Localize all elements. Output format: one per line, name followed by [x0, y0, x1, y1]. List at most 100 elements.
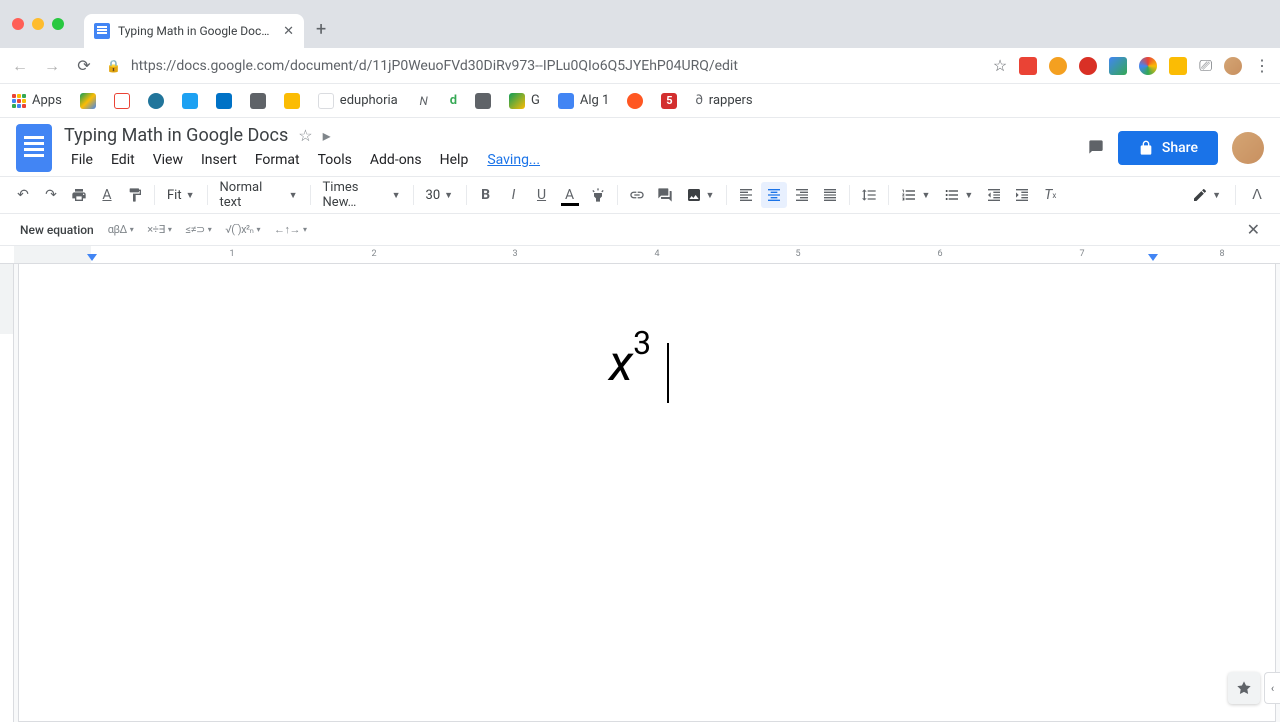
line-spacing-button[interactable] [856, 182, 882, 208]
equation-content[interactable]: x3 [609, 339, 669, 399]
paint-format-button[interactable] [122, 182, 148, 208]
help-menu[interactable]: Help [433, 148, 476, 172]
numbered-list-button[interactable]: ▼ [895, 187, 936, 203]
print-button[interactable] [66, 182, 92, 208]
format-menu[interactable]: Format [248, 148, 307, 172]
eduphoria-bookmark[interactable]: eduphoria [318, 93, 398, 109]
align-right-button[interactable] [789, 182, 815, 208]
drive-bookmark[interactable] [80, 93, 96, 109]
gmail-bookmark[interactable] [114, 93, 130, 109]
explore-button[interactable] [1228, 672, 1260, 704]
greek-letters-button[interactable]: αβΔ▾ [108, 223, 134, 236]
arrows-button[interactable]: ←↑→▾ [274, 223, 307, 236]
apps-bookmark[interactable]: Apps [12, 93, 62, 108]
math-operations-button[interactable]: √(‾)x²ₙ▾ [225, 223, 260, 236]
decrease-indent-button[interactable] [981, 182, 1007, 208]
bookmark-icon-1[interactable] [250, 93, 266, 109]
extension-icon-1[interactable] [1049, 57, 1067, 75]
align-center-button[interactable] [761, 182, 787, 208]
minimize-window-button[interactable] [32, 18, 44, 30]
horizontal-ruler[interactable]: 1 2 3 4 5 6 7 8 [0, 246, 1280, 264]
editing-mode-button[interactable]: ▼ [1186, 187, 1227, 203]
g-bookmark[interactable]: G [509, 93, 540, 109]
undo-button[interactable]: ↶ [10, 182, 36, 208]
extension-icon-2[interactable] [1079, 57, 1097, 75]
document-title[interactable]: Typing Math in Google Docs [64, 125, 288, 146]
spellcheck-button[interactable]: A [94, 182, 120, 208]
redo-button[interactable]: ↷ [38, 182, 64, 208]
star-button[interactable]: ☆ [298, 126, 312, 145]
bold-button[interactable]: B [473, 182, 499, 208]
outlook-bookmark[interactable] [216, 93, 232, 109]
comment-button[interactable] [652, 182, 678, 208]
close-equation-toolbar-button[interactable]: ✕ [1247, 220, 1260, 239]
vertical-ruler[interactable] [0, 264, 14, 722]
bookmark-icon-2[interactable] [284, 93, 300, 109]
maximize-window-button[interactable] [52, 18, 64, 30]
collapse-toolbar-button[interactable]: ᐱ [1244, 182, 1270, 208]
close-window-button[interactable] [12, 18, 24, 30]
zoom-select[interactable]: Fit▼ [161, 188, 201, 203]
link-button[interactable] [624, 182, 650, 208]
new-equation-button[interactable]: New equation [20, 223, 94, 237]
edit-menu[interactable]: Edit [104, 148, 142, 172]
account-avatar[interactable] [1232, 132, 1264, 164]
style-select[interactable]: Normal text▼ [214, 180, 304, 210]
document-page[interactable]: x3 [18, 264, 1276, 722]
misc-operations-button[interactable]: ×÷∃▾ [147, 223, 171, 236]
highlight-button[interactable] [585, 182, 611, 208]
extension-icon-4[interactable] [1139, 57, 1157, 75]
docs-logo[interactable] [16, 124, 52, 172]
wordpress-bookmark[interactable] [148, 93, 164, 109]
bookmark-5[interactable]: 5 [661, 93, 677, 109]
bookmark-n[interactable]: N [416, 93, 432, 109]
insert-menu[interactable]: Insert [194, 148, 244, 172]
underline-button[interactable]: U [529, 182, 555, 208]
image-button[interactable]: ▼ [680, 187, 721, 203]
font-select[interactable]: Times New…▼ [317, 180, 407, 210]
view-menu[interactable]: View [146, 148, 190, 172]
close-tab-button[interactable]: ✕ [283, 24, 294, 39]
text-color-button[interactable]: A [557, 182, 583, 208]
browser-tab[interactable]: Typing Math in Google Docs - G ✕ [84, 14, 304, 48]
reload-button[interactable]: ⟳ [74, 56, 94, 75]
relations-button[interactable]: ≤≠⊃▾ [185, 223, 211, 236]
comments-button[interactable] [1088, 136, 1104, 160]
align-justify-button[interactable] [817, 182, 843, 208]
bookmark-orange[interactable] [627, 93, 643, 109]
move-folder-button[interactable]: ▸ [323, 126, 331, 145]
new-tab-button[interactable]: + [316, 19, 326, 40]
increase-indent-button[interactable] [1009, 182, 1035, 208]
profile-icon[interactable] [1224, 57, 1242, 75]
d-bookmark[interactable]: d [450, 93, 457, 108]
align-left-button[interactable] [733, 182, 759, 208]
save-status[interactable]: Saving... [479, 148, 548, 172]
browser-menu-button[interactable]: ⋮ [1254, 56, 1270, 75]
tools-menu[interactable]: Tools [311, 148, 359, 172]
left-indent-marker[interactable] [87, 254, 97, 261]
bullet-list-button[interactable]: ▼ [938, 187, 979, 203]
alg1-label: Alg 1 [580, 93, 609, 108]
extension-icon-3[interactable] [1109, 57, 1127, 75]
url-field[interactable]: 🔒 https://docs.google.com/document/d/11j… [106, 58, 981, 74]
cast-icon[interactable]: ⎚ [1199, 56, 1212, 76]
bookmark-star-icon[interactable]: ☆ [993, 56, 1007, 75]
rappers-bookmark[interactable]: ∂ rappers [695, 93, 752, 108]
twitter-bookmark[interactable] [182, 93, 198, 109]
alg1-bookmark[interactable]: Alg 1 [558, 93, 609, 109]
clear-formatting-button[interactable]: Tx [1037, 182, 1063, 208]
italic-button[interactable]: I [501, 182, 527, 208]
addons-menu[interactable]: Add-ons [363, 148, 429, 172]
share-button[interactable]: Share [1118, 131, 1218, 165]
extension-icon-5[interactable] [1169, 57, 1187, 75]
folder-bookmark[interactable] [475, 93, 491, 109]
gmail-icon[interactable] [1019, 57, 1037, 75]
right-indent-marker[interactable] [1148, 254, 1158, 261]
forward-button[interactable]: → [42, 56, 62, 76]
tab-title: Typing Math in Google Docs - G [118, 24, 275, 38]
file-menu[interactable]: File [64, 148, 100, 172]
back-button[interactable]: ← [10, 56, 30, 76]
side-panel-toggle[interactable]: ‹ [1264, 672, 1280, 704]
lock-icon: 🔒 [106, 59, 121, 73]
font-size-select[interactable]: 30▼ [420, 188, 460, 203]
